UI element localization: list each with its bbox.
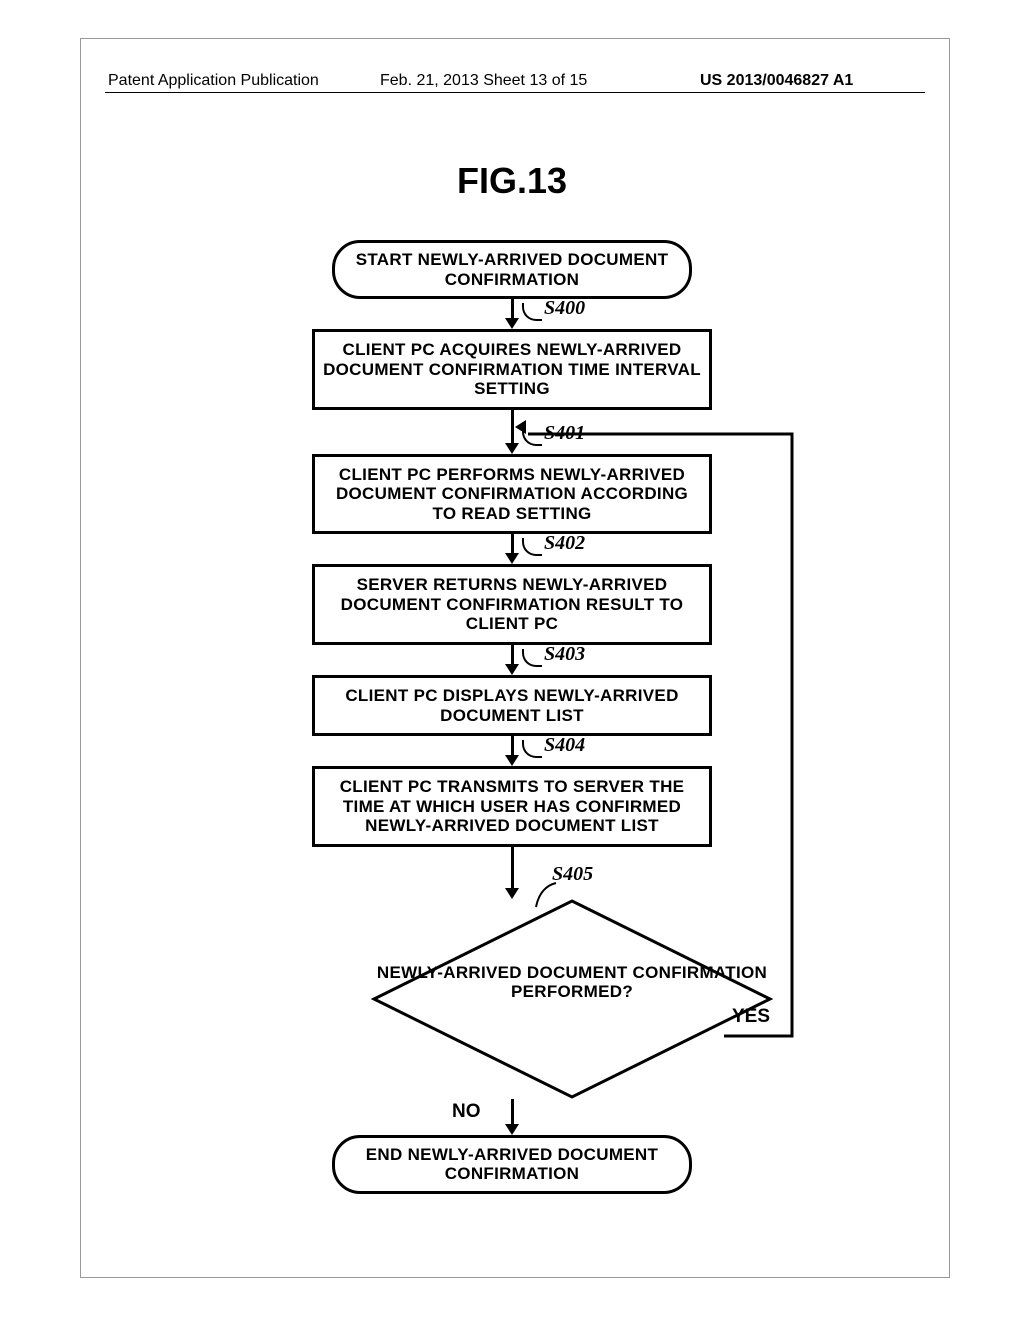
- process-s401: CLIENT PC PERFORMS NEWLY-ARRIVED DOCUMEN…: [312, 454, 712, 535]
- terminal-start: START NEWLY-ARRIVED DOCUMENT CONFIRMATIO…: [332, 240, 692, 299]
- label-no: NO: [452, 1101, 481, 1123]
- flowchart: START NEWLY-ARRIVED DOCUMENT CONFIRMATIO…: [252, 240, 772, 1194]
- header-center: Feb. 21, 2013 Sheet 13 of 15: [380, 72, 587, 90]
- connector: S400: [252, 299, 772, 329]
- terminal-end: END NEWLY-ARRIVED DOCUMENT CONFIRMATION: [332, 1135, 692, 1194]
- process-s400: CLIENT PC ACQUIRES NEWLY-ARRIVED DOCUMEN…: [312, 329, 712, 410]
- step-label-s401: S401: [544, 422, 585, 445]
- connector: S405: [252, 847, 772, 899]
- header-rule: [105, 92, 925, 93]
- connector: S401: [252, 410, 772, 454]
- decision-text: NEWLY-ARRIVED DOCUMENT CONFIRMATION PERF…: [372, 963, 772, 1002]
- label-yes: YES: [732, 1006, 770, 1028]
- step-label-s402: S402: [544, 532, 585, 555]
- step-label-s400: S400: [544, 297, 585, 320]
- process-s404: CLIENT PC TRANSMITS TO SERVER THE TIME A…: [312, 766, 712, 847]
- connector: S404: [252, 736, 772, 766]
- process-s403: CLIENT PC DISPLAYS NEWLY-ARRIVED DOCUMEN…: [312, 675, 712, 736]
- step-label-s404: S404: [544, 734, 585, 757]
- decision-diamond: NEWLY-ARRIVED DOCUMENT CONFIRMATION PERF…: [312, 899, 712, 1099]
- connector: NO: [252, 1099, 772, 1135]
- figure-title: FIG.13: [0, 160, 1024, 202]
- connector: S402: [252, 534, 772, 564]
- step-label-s403: S403: [544, 643, 585, 666]
- header-right: US 2013/0046827 A1: [700, 72, 853, 90]
- header-left: Patent Application Publication: [108, 72, 319, 90]
- connector: S403: [252, 645, 772, 675]
- process-s402: SERVER RETURNS NEWLY-ARRIVED DOCUMENT CO…: [312, 564, 712, 645]
